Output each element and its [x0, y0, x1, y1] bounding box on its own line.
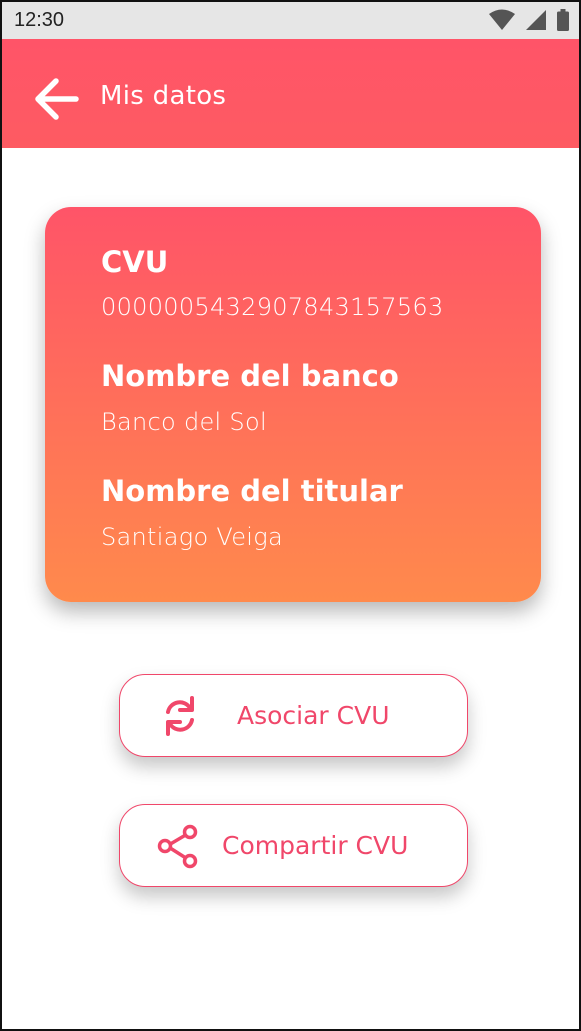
holder-name-value: Santiago Veiga	[101, 523, 283, 551]
back-button[interactable]	[32, 77, 82, 121]
status-time: 12:30	[14, 9, 65, 31]
status-icons	[489, 9, 569, 31]
signal-icon	[525, 9, 547, 31]
cvu-label: CVU	[101, 245, 169, 279]
bank-name-label: Nombre del banco	[101, 359, 399, 393]
wifi-icon	[489, 9, 515, 31]
account-info-card: CVU 0000005432907843157563 Nombre del ba…	[45, 207, 541, 602]
sync-icon	[160, 694, 200, 742]
status-bar: 12:30	[2, 2, 579, 39]
app-screen: 12:30 Mis datos CVU 00000054329078431575…	[0, 0, 581, 1031]
associate-cvu-label: Asociar CVU	[237, 701, 390, 730]
share-cvu-label: Compartir CVU	[222, 831, 409, 860]
page-title: Mis datos	[100, 81, 227, 111]
bank-name-value: Banco del Sol	[101, 408, 267, 436]
arrow-left-icon	[32, 78, 80, 125]
cvu-value: 0000005432907843157563	[101, 293, 444, 321]
share-cvu-button[interactable]: Compartir CVU	[119, 804, 468, 887]
share-icon	[156, 824, 200, 874]
holder-name-label: Nombre del titular	[101, 474, 403, 508]
battery-icon	[557, 9, 569, 31]
app-bar: Mis datos	[2, 39, 579, 148]
associate-cvu-button[interactable]: Asociar CVU	[119, 674, 468, 757]
